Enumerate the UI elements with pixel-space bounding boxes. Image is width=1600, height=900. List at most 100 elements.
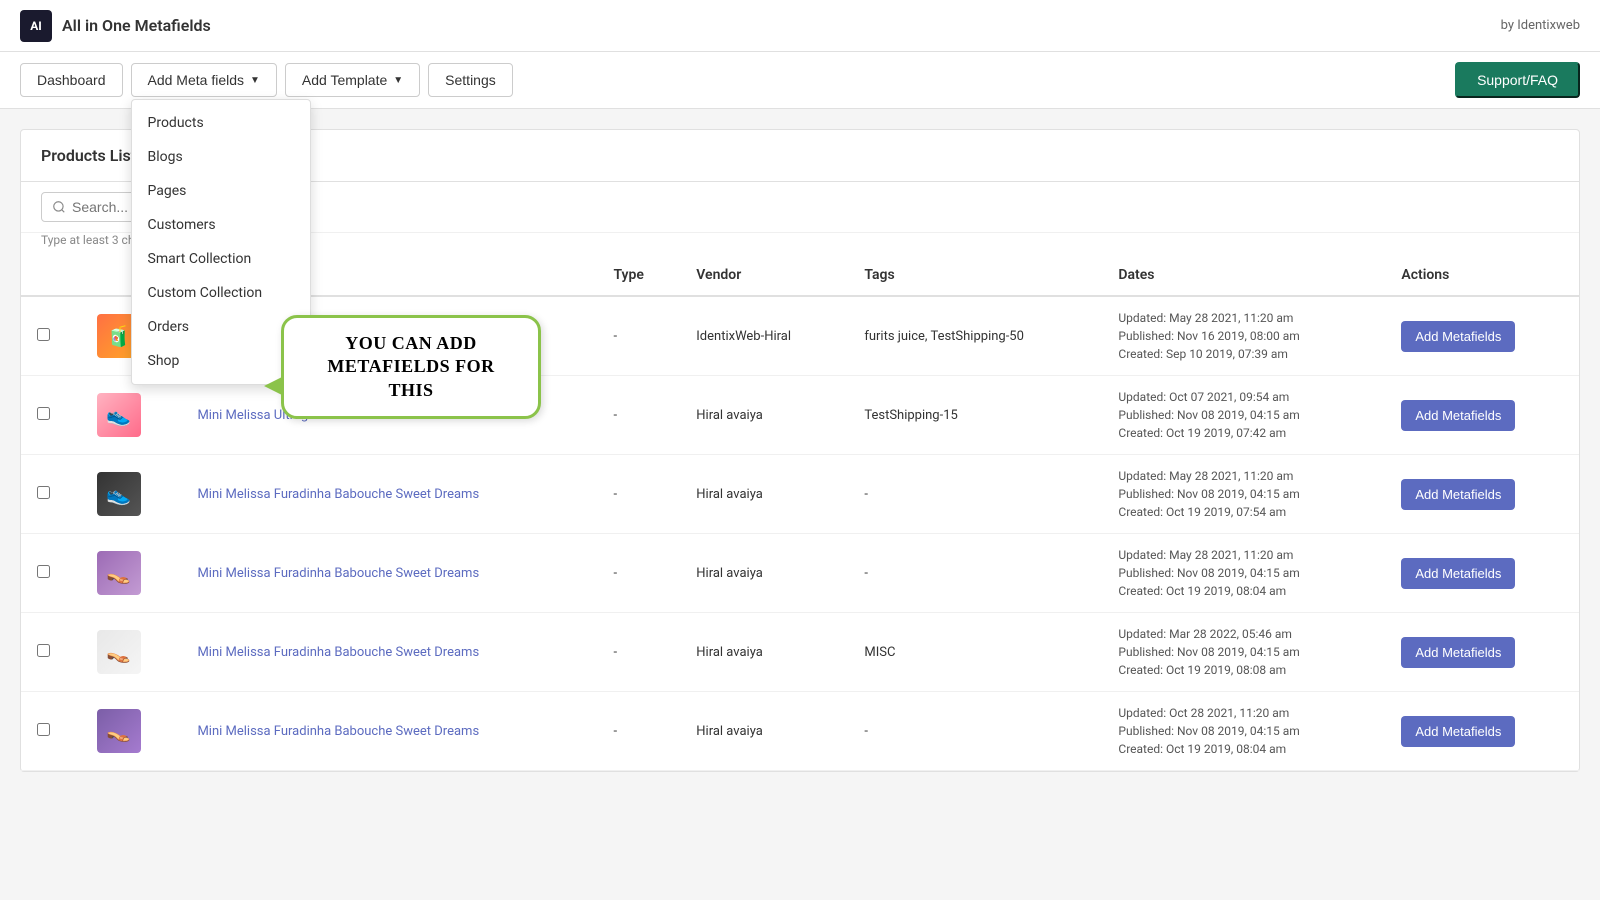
- row-checkbox[interactable]: [37, 328, 50, 341]
- row-dates: Updated: Mar 28 2022, 05:46 am Published…: [1118, 625, 1369, 679]
- dashboard-button[interactable]: Dashboard: [20, 63, 123, 97]
- add-metafields-button[interactable]: Add Metafields: [1401, 400, 1515, 431]
- row-dates: Updated: Oct 28 2021, 11:20 am Published…: [1118, 704, 1369, 758]
- menu-item-customers[interactable]: Customers: [132, 208, 310, 242]
- row-checkbox-cell: [21, 296, 81, 376]
- col-type: Type: [597, 255, 680, 296]
- row-type-cell: -: [597, 376, 680, 455]
- row-image-cell: 👡: [81, 534, 182, 613]
- row-action-cell: Add Metafields: [1385, 455, 1579, 534]
- row-vendor-cell: Hiral avaiya: [680, 455, 848, 534]
- product-thumbnail: 👡: [97, 709, 141, 753]
- product-thumbnail: 👟: [97, 472, 141, 516]
- product-title-link[interactable]: Mini Melissa Furadinha Babouche Sweet Dr…: [197, 487, 479, 502]
- table-row: 👟Mini Melissa Ultragirl Sweet Dreams-Hir…: [21, 376, 1579, 455]
- row-type-cell: -: [597, 455, 680, 534]
- row-dates-cell: Updated: May 28 2021, 11:20 am Published…: [1102, 296, 1385, 376]
- product-thumbnail: 👟: [97, 393, 141, 437]
- col-checkbox: [21, 255, 81, 296]
- row-dates: Updated: May 28 2021, 11:20 am Published…: [1118, 546, 1369, 600]
- table-row: 👟 Mini Melissa Furadinha Babouche Sweet D…: [21, 455, 1579, 534]
- add-metafields-button[interactable]: Add Metafields: [1401, 479, 1515, 510]
- row-dates: Updated: May 28 2021, 11:20 am Published…: [1118, 467, 1369, 521]
- product-title-link[interactable]: Mini Melissa Furadinha Babouche Sweet Dr…: [197, 645, 479, 660]
- product-title-link[interactable]: Mini Melissa Furadinha Babouche Sweet Dr…: [197, 724, 479, 739]
- chevron-down-icon-template: ▼: [393, 75, 403, 86]
- add-metafields-button[interactable]: Add Metafields: [1401, 637, 1515, 668]
- table-row: 👡 Mini Melissa Furadinha Babouche Sweet D…: [21, 692, 1579, 771]
- row-vendor-cell: Hiral avaiya: [680, 534, 848, 613]
- row-vendor-cell: IdentixWeb-Hiral: [680, 296, 848, 376]
- row-title-cell: Mini Melissa Furadinha Babouche Sweet Dr…: [181, 613, 597, 692]
- table-row: 👡 Mini Melissa Furadinha Babouche Sweet D…: [21, 534, 1579, 613]
- app-header: AI All in One Metafields by Identixweb: [0, 0, 1600, 52]
- add-metafields-button[interactable]: Add Metafields: [1401, 558, 1515, 589]
- app-title: All in One Metafields: [62, 16, 211, 35]
- row-type-cell: -: [597, 534, 680, 613]
- row-dates-cell: Updated: May 28 2021, 11:20 am Published…: [1102, 534, 1385, 613]
- product-title-link[interactable]: Mini Melissa Furadinha Babouche Sweet Dr…: [197, 566, 479, 581]
- row-checkbox-cell: [21, 455, 81, 534]
- col-actions: Actions: [1385, 255, 1579, 296]
- add-meta-fields-dropdown-container: Add Meta fields ▼ Products Blogs Pages C…: [131, 63, 277, 97]
- col-vendor: Vendor: [680, 255, 848, 296]
- tooltip-bubble: You Can Add Metafields For This: [281, 315, 541, 419]
- add-meta-fields-button[interactable]: Add Meta fields ▼: [131, 63, 277, 97]
- row-type-cell: -: [597, 692, 680, 771]
- row-checkbox[interactable]: [37, 644, 50, 657]
- row-image-cell: 👟: [81, 376, 182, 455]
- row-checkbox-cell: [21, 376, 81, 455]
- menu-item-blogs[interactable]: Blogs: [132, 140, 310, 174]
- app-by-label: by Identixweb: [1501, 18, 1580, 33]
- product-thumbnail: 👡: [97, 551, 141, 595]
- row-checkbox-cell: [21, 534, 81, 613]
- row-action-cell: Add Metafields: [1385, 534, 1579, 613]
- row-image-cell: 👟: [81, 455, 182, 534]
- row-title-cell: Mini Melissa Furadinha Babouche Sweet Dr…: [181, 534, 597, 613]
- row-dates-cell: Updated: Oct 07 2021, 09:54 am Published…: [1102, 376, 1385, 455]
- table-row: 👡 Mini Melissa Furadinha Babouche Sweet D…: [21, 613, 1579, 692]
- menu-item-smart-collection[interactable]: Smart Collection: [132, 242, 310, 276]
- row-dates-cell: Updated: Oct 28 2021, 11:20 am Published…: [1102, 692, 1385, 771]
- menu-item-products[interactable]: Products: [132, 106, 310, 140]
- products-list-title: Products List: [41, 146, 136, 165]
- row-title-cell: Mini Melissa Furadinha Babouche Sweet Dr…: [181, 455, 597, 534]
- row-tags-cell: -: [848, 692, 1102, 771]
- settings-button[interactable]: Settings: [428, 63, 513, 97]
- row-dates-cell: Updated: May 28 2021, 11:20 am Published…: [1102, 455, 1385, 534]
- row-tags-cell: TestShipping-15: [848, 376, 1102, 455]
- row-image-cell: 👡: [81, 613, 182, 692]
- app-header-left: AI All in One Metafields: [20, 10, 211, 42]
- row-action-cell: Add Metafields: [1385, 692, 1579, 771]
- row-checkbox[interactable]: [37, 407, 50, 420]
- row-checkbox-cell: [21, 692, 81, 771]
- menu-item-custom-collection[interactable]: Custom Collection: [132, 276, 310, 310]
- row-vendor-cell: Hiral avaiya: [680, 376, 848, 455]
- row-vendor-cell: Hiral avaiya: [680, 692, 848, 771]
- row-tags-cell: -: [848, 455, 1102, 534]
- chevron-down-icon: ▼: [250, 75, 260, 86]
- row-checkbox[interactable]: [37, 486, 50, 499]
- row-type-cell: -: [597, 613, 680, 692]
- row-action-cell: Add Metafields: [1385, 296, 1579, 376]
- add-metafields-button[interactable]: Add Metafields: [1401, 716, 1515, 747]
- row-tags-cell: -: [848, 534, 1102, 613]
- toolbar: Dashboard Add Meta fields ▼ Products Blo…: [0, 52, 1600, 109]
- row-tags-cell: MISC: [848, 613, 1102, 692]
- add-template-button[interactable]: Add Template ▼: [285, 63, 420, 97]
- row-checkbox-cell: [21, 613, 81, 692]
- app-logo: AI: [20, 10, 52, 42]
- add-metafields-button[interactable]: Add Metafields: [1401, 321, 1515, 352]
- search-icon: [52, 200, 66, 214]
- row-checkbox[interactable]: [37, 565, 50, 578]
- support-faq-button[interactable]: Support/FAQ: [1455, 62, 1580, 98]
- row-vendor-cell: Hiral avaiya: [680, 613, 848, 692]
- col-dates: Dates: [1102, 255, 1385, 296]
- add-meta-fields-label: Add Meta fields: [148, 72, 245, 88]
- row-dates: Updated: May 28 2021, 11:20 am Published…: [1118, 309, 1369, 363]
- menu-item-pages[interactable]: Pages: [132, 174, 310, 208]
- row-checkbox[interactable]: [37, 723, 50, 736]
- row-dates: Updated: Oct 07 2021, 09:54 am Published…: [1118, 388, 1369, 442]
- row-action-cell: Add Metafields: [1385, 613, 1579, 692]
- product-thumbnail: 👡: [97, 630, 141, 674]
